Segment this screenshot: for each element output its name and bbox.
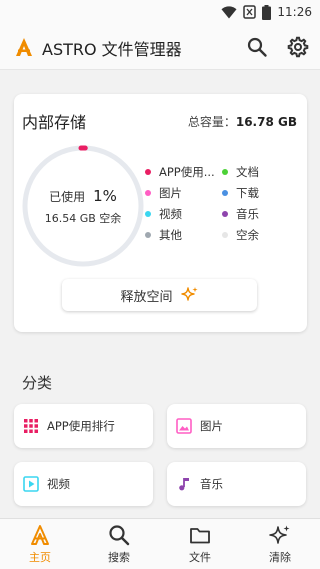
bottom-navigation: 主页 搜索 文件 清除 (0, 518, 320, 569)
legend-dot (222, 169, 228, 175)
legend-dot (222, 190, 228, 196)
settings-gear-icon[interactable] (287, 36, 309, 58)
legend-item-documents: 文档 (222, 165, 259, 179)
legend-dot (222, 211, 228, 217)
astro-logo-icon (16, 38, 32, 56)
legend-dot (145, 232, 151, 238)
storage-total: 总容量：16.78 GB (188, 113, 297, 130)
storage-total-value: 16.78 GB (235, 115, 297, 129)
free-size: 16.54 GB 空余 (44, 211, 122, 225)
nav-files-label: 文件 (189, 551, 211, 564)
legend-label: APP使用... (159, 165, 215, 179)
legend-label: 图片 (159, 186, 182, 200)
release-space-label: 释放空间 (120, 289, 173, 305)
nav-clean[interactable]: 清除 (250, 524, 310, 565)
status-bar: 11:26 (0, 0, 320, 24)
app-grid-icon (24, 419, 38, 433)
legend-label: 下载 (236, 186, 259, 200)
video-icon (23, 476, 39, 492)
storage-title: 内部存储 (22, 113, 87, 132)
category-app-ranking[interactable]: APP使用排行 (14, 404, 153, 448)
storage-total-label: 总容量： (187, 115, 236, 129)
app-title: ASTRO 文件管理器 (42, 40, 182, 59)
astro-home-icon (31, 525, 49, 545)
category-label: 音乐 (200, 477, 223, 491)
used-percent: 1% (93, 186, 117, 205)
sparkle-clean-icon (269, 525, 290, 544)
nav-search[interactable]: 搜索 (89, 524, 149, 565)
used-line: 已使用 1% (49, 187, 117, 205)
nav-home[interactable]: 主页 (10, 524, 70, 565)
image-icon (176, 418, 192, 434)
donut-center: 已使用 1% 16.54 GB 空余 (20, 143, 146, 269)
legend-label: 文档 (236, 165, 259, 179)
legend-item-images: 图片 (145, 186, 182, 200)
legend-label: 音乐 (236, 207, 259, 221)
legend-item-downloads: 下载 (222, 186, 259, 200)
legend-dot (145, 169, 151, 175)
category-label: APP使用排行 (47, 419, 115, 433)
legend-dot (145, 190, 151, 196)
category-music[interactable]: 音乐 (167, 462, 306, 506)
sim-no-signal-icon (243, 5, 257, 19)
legend-item-free: 空余 (222, 228, 259, 242)
sparkle-icon (180, 287, 198, 301)
nav-clean-label: 清除 (269, 551, 291, 564)
wifi-icon (221, 5, 237, 18)
legend-label: 视频 (159, 207, 182, 221)
nav-files[interactable]: 文件 (170, 524, 230, 565)
nav-home-label: 主页 (29, 551, 51, 564)
battery-icon (262, 4, 272, 20)
status-time: 11:26 (277, 5, 312, 19)
nav-search-label: 搜索 (108, 551, 130, 564)
internal-storage-card[interactable]: 内部存储 总容量：16.78 GB 已使用 1% 16.54 GB 空余 APP… (14, 94, 307, 332)
category-images[interactable]: 图片 (167, 404, 306, 448)
search-icon[interactable] (246, 36, 268, 58)
categories-title: 分类 (22, 374, 53, 392)
legend-dot (222, 232, 228, 238)
used-label: 已使用 (49, 189, 86, 204)
app-bar: ASTRO 文件管理器 (0, 24, 320, 70)
category-videos[interactable]: 视频 (14, 462, 153, 506)
legend-label: 空余 (236, 228, 259, 242)
category-label: 图片 (200, 419, 223, 433)
music-note-icon (179, 478, 189, 491)
legend-item-videos: 视频 (145, 207, 182, 221)
folder-icon (190, 528, 210, 544)
legend-item-other: 其他 (145, 228, 182, 242)
release-space-button[interactable]: 释放空间 (62, 279, 257, 311)
search-icon (109, 525, 130, 546)
legend-label: 其他 (159, 228, 182, 242)
status-icons: 11:26 (221, 4, 312, 20)
legend-dot (145, 211, 151, 217)
category-label: 视频 (47, 477, 70, 491)
legend-item-music: 音乐 (222, 207, 259, 221)
legend-item-app: APP使用... (145, 165, 215, 179)
